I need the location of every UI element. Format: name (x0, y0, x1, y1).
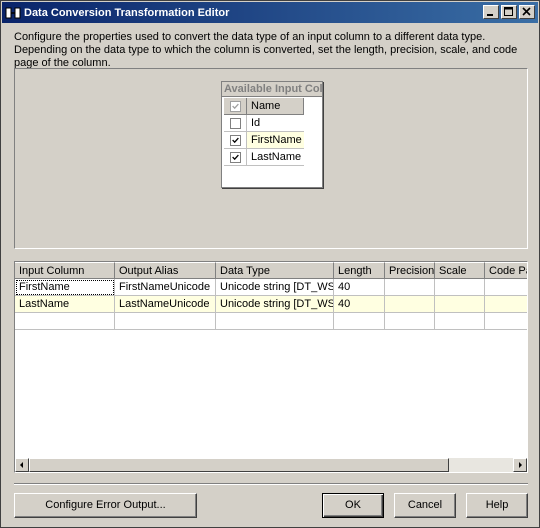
available-input-columns-table[interactable]: Available Input Col... Name Id FirstName… (221, 81, 323, 188)
maximize-button[interactable] (501, 5, 517, 19)
table-row[interactable]: FirstName FirstNameUnicode Unicode strin… (15, 279, 527, 296)
window-title: Data Conversion Transformation Editor (24, 6, 230, 19)
scrollbar-thumb[interactable] (29, 458, 449, 472)
divider (14, 483, 528, 485)
minimize-icon (487, 14, 493, 16)
table-row[interactable]: LastName LastNameUnicode Unicode string … (15, 296, 527, 313)
input-column-cell[interactable]: LastName (15, 296, 115, 313)
output-alias-cell[interactable]: LastNameUnicode (115, 296, 216, 313)
scale-cell[interactable] (435, 296, 485, 313)
column-checkbox-firstname[interactable] (229, 134, 241, 146)
grid-header-row: Input Column Output Alias Data Type Leng… (15, 262, 527, 279)
code-page-cell[interactable] (485, 279, 527, 296)
minimize-button[interactable] (483, 5, 499, 19)
column-name: FirstName (247, 132, 304, 149)
data-type-cell[interactable] (216, 313, 334, 330)
input-column-cell[interactable]: FirstName (15, 279, 115, 296)
precision-cell[interactable] (385, 296, 435, 313)
horizontal-scrollbar[interactable] (15, 458, 527, 472)
dialog-window: Data Conversion Transformation Editor Co… (0, 0, 540, 528)
description-text: Configure the properties used to convert… (14, 31, 518, 69)
name-column-header[interactable]: Name (247, 98, 304, 115)
header-input-column[interactable]: Input Column (15, 262, 115, 279)
data-type-cell[interactable]: Unicode string [DT_WSTR] (216, 296, 334, 313)
available-columns-header: Name (224, 98, 304, 115)
ok-button[interactable]: OK (322, 493, 384, 518)
header-length[interactable]: Length (334, 262, 385, 279)
help-button[interactable]: Help (466, 493, 528, 518)
available-column-row[interactable]: FirstName (224, 132, 304, 149)
select-all-cell[interactable] (224, 98, 247, 115)
configure-error-output-button[interactable]: Configure Error Output... (14, 493, 197, 518)
code-page-cell[interactable] (485, 296, 527, 313)
column-checkbox-id[interactable] (229, 117, 241, 129)
select-all-checkbox[interactable] (229, 100, 241, 112)
output-alias-cell[interactable]: FirstNameUnicode (115, 279, 216, 296)
checkmark-icon (231, 103, 239, 109)
header-scale[interactable]: Scale (435, 262, 485, 279)
available-columns-title: Available Input Col... (222, 82, 322, 97)
close-button[interactable] (519, 5, 535, 19)
title-bar[interactable]: Data Conversion Transformation Editor (2, 2, 538, 23)
conversion-grid[interactable]: Input Column Output Alias Data Type Leng… (14, 261, 528, 473)
arrow-left-icon (20, 462, 23, 468)
transform-icon (5, 5, 21, 21)
scrollbar-track[interactable] (449, 458, 513, 472)
input-column-cell[interactable] (15, 313, 115, 330)
arrow-right-icon (519, 462, 522, 468)
close-icon (522, 7, 531, 16)
column-name: LastName (247, 149, 304, 166)
scale-cell[interactable] (435, 279, 485, 296)
output-alias-cell[interactable] (115, 313, 216, 330)
header-output-alias[interactable]: Output Alias (115, 262, 216, 279)
available-columns-panel: Available Input Col... Name Id FirstName… (14, 68, 528, 249)
length-cell[interactable] (334, 313, 385, 330)
length-cell[interactable]: 40 (334, 279, 385, 296)
available-column-row[interactable]: LastName (224, 149, 304, 166)
length-cell[interactable]: 40 (334, 296, 385, 313)
maximize-icon (504, 7, 513, 16)
header-data-type[interactable]: Data Type (216, 262, 334, 279)
header-precision[interactable]: Precision (385, 262, 435, 279)
column-name: Id (247, 115, 304, 132)
cancel-button[interactable]: Cancel (394, 493, 456, 518)
checkmark-icon (231, 137, 239, 143)
column-checkbox-lastname[interactable] (229, 151, 241, 163)
new-row[interactable] (15, 313, 527, 330)
checkmark-icon (231, 154, 239, 160)
scale-cell[interactable] (435, 313, 485, 330)
precision-cell[interactable] (385, 313, 435, 330)
precision-cell[interactable] (385, 279, 435, 296)
code-page-cell[interactable] (485, 313, 527, 330)
scroll-right-button[interactable] (513, 458, 527, 472)
header-code-page[interactable]: Code Page (485, 262, 527, 279)
scroll-left-button[interactable] (15, 458, 29, 472)
available-column-row[interactable]: Id (224, 115, 304, 132)
data-type-cell[interactable]: Unicode string [DT_WSTR] (216, 279, 334, 296)
